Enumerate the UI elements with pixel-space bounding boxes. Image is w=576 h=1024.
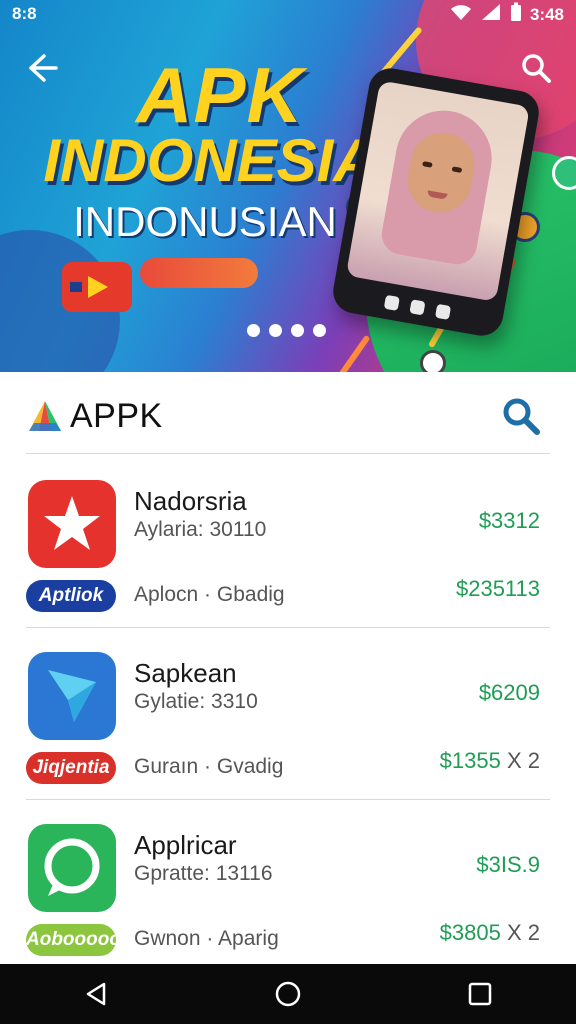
status-bar: 8:8 3:48 bbox=[0, 0, 576, 30]
app-price-secondary: $235113 bbox=[456, 576, 540, 602]
app-price-suffix: X 2 bbox=[506, 920, 540, 945]
phone-screen bbox=[345, 80, 530, 302]
status-time: 8:8 bbox=[12, 4, 37, 23]
app-price-value: $3805 bbox=[439, 920, 501, 945]
search-icon[interactable] bbox=[500, 395, 542, 437]
recents-square-icon[interactable] bbox=[456, 970, 504, 1018]
carousel-dot[interactable] bbox=[247, 324, 260, 337]
battery-icon bbox=[510, 2, 522, 27]
app-icon bbox=[383, 294, 400, 311]
gauge-icon bbox=[420, 350, 446, 372]
app-subtitle: Guraın · Gvadig bbox=[134, 755, 284, 778]
back-arrow-icon[interactable] bbox=[22, 50, 62, 86]
store-title: APPK bbox=[70, 397, 163, 435]
system-nav-bar bbox=[0, 964, 576, 1024]
paper-plane-icon[interactable] bbox=[28, 652, 116, 740]
app-tag-badge[interactable]: Aptliok bbox=[26, 580, 116, 612]
app-subtitle: Aplocn · Gbadig bbox=[134, 583, 285, 606]
play-badge-icon bbox=[62, 262, 132, 312]
app-tag-badge[interactable]: Aobooooo bbox=[26, 924, 116, 956]
app-subtitle: Gwnon · Aparig bbox=[134, 927, 279, 950]
app-meta: Aylaria: 30110 bbox=[134, 518, 267, 541]
app-icon bbox=[409, 299, 426, 316]
app-name: Sapkean bbox=[134, 658, 237, 688]
app-list-item[interactable]: Nadorsria Aylaria: 30110 Aptliok Aplocn … bbox=[26, 456, 550, 628]
app-tag-badge[interactable]: Jiqjentia bbox=[26, 752, 116, 784]
hero-decor-stripe bbox=[325, 334, 371, 372]
status-icons: 3:48 bbox=[450, 2, 564, 27]
app-price: $3312 bbox=[478, 508, 540, 533]
carousel-dots bbox=[247, 324, 326, 337]
app-name: Applricar bbox=[134, 830, 237, 860]
home-circle-icon[interactable] bbox=[264, 970, 312, 1018]
app-price-value: $1355 bbox=[439, 748, 501, 773]
app-meta: Gpratte: 13116 bbox=[134, 862, 273, 885]
app-price-value: $235113 bbox=[455, 576, 540, 601]
app-meta: Gylatie: 3310 bbox=[134, 690, 258, 713]
hero-banner[interactable]: APK INDONESIA INDONUSIAN bbox=[0, 0, 576, 372]
carousel-dot[interactable] bbox=[291, 324, 304, 337]
app-list-item[interactable]: Applricar Gpratte: 13116 Aobooooo Gwnon … bbox=[26, 800, 550, 972]
store-logo-icon bbox=[26, 399, 64, 435]
back-triangle-icon[interactable] bbox=[72, 970, 120, 1018]
carousel-dot[interactable] bbox=[269, 324, 282, 337]
app-price: $3IS.9 bbox=[476, 852, 540, 877]
carousel-dot[interactable] bbox=[313, 324, 326, 337]
star-icon[interactable] bbox=[28, 480, 116, 568]
app-name: Nadorsria bbox=[134, 486, 247, 516]
app-icon bbox=[434, 303, 452, 320]
store-header: APPK bbox=[26, 380, 550, 454]
signal-icon bbox=[480, 3, 502, 26]
app-price: $6209 bbox=[478, 680, 540, 705]
app-list-item[interactable]: Sapkean Gylatie: 3310 Jiqjentia Guraın ·… bbox=[26, 628, 550, 800]
hero-pill-decor bbox=[140, 258, 258, 288]
search-icon[interactable] bbox=[518, 50, 554, 86]
chat-bubble-icon[interactable] bbox=[28, 824, 116, 912]
status-clock: 3:48 bbox=[529, 4, 564, 24]
app-price-secondary: $1355 X 2 bbox=[440, 748, 540, 774]
app-price-suffix: X 2 bbox=[506, 748, 540, 773]
app-price-secondary: $3805 X 2 bbox=[440, 920, 540, 946]
wifi-icon bbox=[450, 3, 472, 26]
